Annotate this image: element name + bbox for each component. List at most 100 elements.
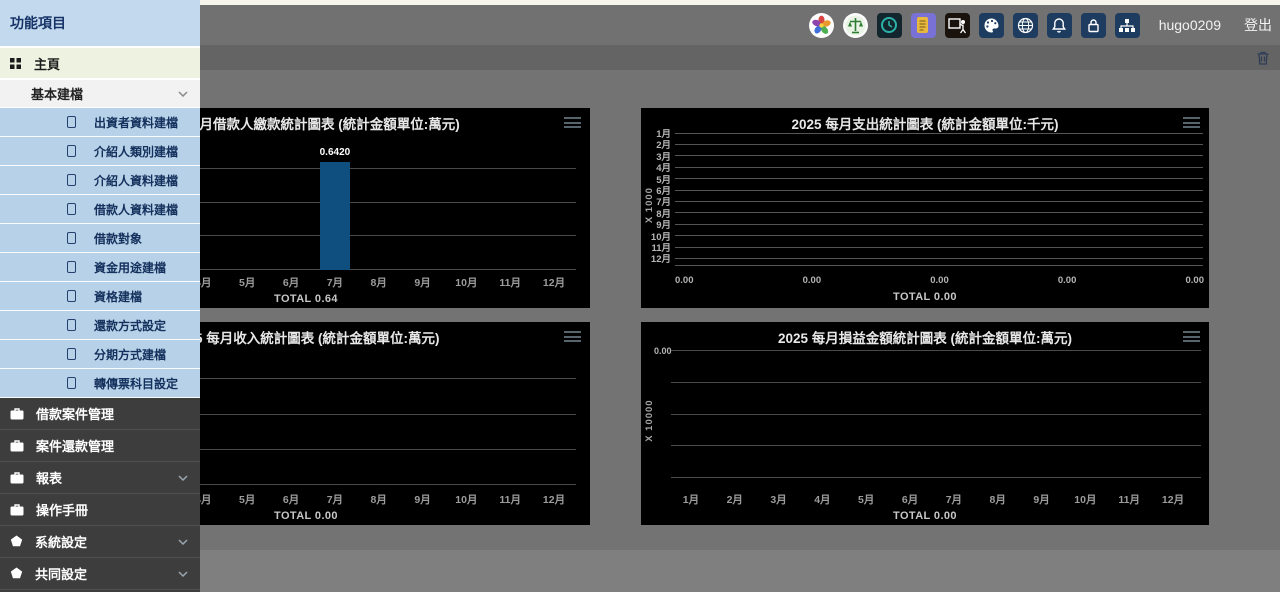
briefcase-icon [10, 440, 24, 452]
chart-menu-icon[interactable] [564, 331, 581, 345]
tablet-icon [67, 261, 76, 273]
sidebar-item-home[interactable]: 主頁 [0, 48, 200, 80]
chart-row: 3月 [647, 151, 1203, 161]
gridline [671, 414, 1201, 415]
scroll-icon[interactable] [911, 13, 936, 38]
sidebar-item-user-manual[interactable]: 操作手冊 [0, 494, 200, 526]
sidebar-item-loan-target[interactable]: 借款對象 [0, 224, 200, 253]
gridline [671, 350, 1201, 351]
chart-title: 2025 每月損益金額統計圖表 (統計金額單位:萬元) [641, 327, 1209, 347]
pinwheel-logo[interactable] [809, 13, 834, 38]
sidebar-item-case-repayment-management[interactable]: 案件還款管理 [0, 430, 200, 462]
chart-row: 9月 [647, 219, 1203, 229]
x-axis-label: 9月 [401, 492, 445, 507]
sidebar-item-label: 借款人資料建檔 [94, 201, 178, 218]
sidebar-item-referrer-data-setup[interactable]: 介紹人資料建檔 [0, 166, 200, 195]
bar[interactable] [320, 162, 350, 270]
x-axis-label: 10月 [444, 492, 488, 507]
x-axis-label: 8月 [976, 492, 1020, 507]
sitemap-icon[interactable] [1115, 13, 1140, 38]
chart-row: 11月 [647, 242, 1203, 252]
x-axis-label: 6月 [888, 492, 932, 507]
briefcase-icon [10, 408, 24, 420]
tablet-icon [67, 319, 76, 331]
tablet-icon [67, 290, 76, 302]
x-tick-label: 0.00 [930, 275, 949, 286]
x-tick-label: 0.00 [1186, 275, 1205, 286]
chart-panel-profit-loss: 2025 每月損益金額統計圖表 (統計金額單位:萬元) 0.00 X 10000… [641, 322, 1209, 525]
x-axis-label: 7月 [313, 492, 357, 507]
tablet-icon [67, 145, 76, 157]
x-axis-label: 5月 [225, 275, 269, 290]
sidebar-item-label: 介紹人類別建檔 [94, 143, 178, 160]
x-axis-label: 7月 [313, 275, 357, 290]
sidebar-title: 功能項目 [0, 0, 200, 48]
x-axis-label: 4月 [800, 492, 844, 507]
chevron-down-icon [178, 571, 188, 577]
trash-icon[interactable] [1256, 50, 1270, 65]
sidebar-item-qualification-setup[interactable]: 資格建檔 [0, 282, 200, 311]
x-axis-label: 2月 [713, 492, 757, 507]
sidebar-item-common-settings[interactable]: 共同設定 [0, 558, 200, 590]
x-axis-label: 12月 [532, 275, 576, 290]
sidebar-group-label: 基本建檔 [31, 84, 83, 103]
sidebar-item-label: 分期方式建檔 [94, 346, 166, 363]
gridline [671, 382, 1201, 383]
sidebar-item-loan-case-management[interactable]: 借款案件管理 [0, 398, 200, 430]
y-axis-tick-label: 0.00 [654, 346, 672, 356]
tablet-icon [67, 232, 76, 244]
chevron-down-icon [178, 91, 188, 97]
sidebar-item-reports[interactable]: 報表 [0, 462, 200, 494]
sphere-icon [10, 567, 23, 580]
sidebar-group-basic-setup[interactable]: 基本建檔 [0, 80, 200, 108]
sidebar-item-borrower-data-setup[interactable]: 借款人資料建檔 [0, 195, 200, 224]
sidebar-item-label: 操作手冊 [36, 500, 88, 519]
sidebar-item-referrer-category-setup[interactable]: 介紹人類別建檔 [0, 137, 200, 166]
bell-icon[interactable] [1047, 13, 1072, 38]
briefcase-icon [10, 504, 24, 516]
palette-icon[interactable] [979, 13, 1004, 38]
chart-panel-expense: 2025 每月支出統計圖表 (統計金額單位:千元) X 1000 1月2月3月4… [641, 108, 1209, 308]
sidebar-item-installment-method-setup[interactable]: 分期方式建檔 [0, 340, 200, 369]
x-axis-label: 11月 [488, 275, 532, 290]
chart-total: TOTAL 0.00 [641, 291, 1209, 303]
chart-row: 12月 [647, 253, 1203, 263]
bar-value-label: 0.6420 [305, 147, 365, 158]
chevron-down-icon [178, 539, 188, 545]
axis-line [675, 265, 1203, 266]
grid-icon [10, 58, 21, 69]
sidebar-item-voucher-subject-setup[interactable]: 轉傳票科目設定 [0, 369, 200, 398]
globe-icon[interactable] [1013, 13, 1038, 38]
page: hugo0209 登出 2025 每月借款人繳款統計圖表 (統計金額單位:萬元)… [0, 0, 1280, 592]
gridline [671, 445, 1201, 446]
sidebar-item-repayment-method-setup[interactable]: 還款方式設定 [0, 311, 200, 340]
chart-menu-icon[interactable] [564, 117, 581, 131]
chevron-down-icon [178, 475, 188, 481]
sidebar-item-label: 系統設定 [35, 532, 87, 551]
tablet-icon [67, 377, 76, 389]
chart-menu-icon[interactable] [1183, 331, 1200, 345]
sidebar-item-system-settings[interactable]: 系統設定 [0, 526, 200, 558]
sidebar-item-label: 報表 [36, 468, 62, 487]
x-axis-label: 1月 [669, 492, 713, 507]
x-axis-label: 6月 [269, 492, 313, 507]
x-axis-label: 8月 [357, 275, 401, 290]
scales-logo[interactable] [843, 13, 868, 38]
tablet-icon [67, 348, 76, 360]
x-axis-label: 12月 [532, 492, 576, 507]
logout-button[interactable]: 登出 [1244, 15, 1272, 35]
sidebar-item-label: 還款方式設定 [94, 317, 166, 334]
sidebar-item-fund-usage-setup[interactable]: 資金用途建檔 [0, 253, 200, 282]
sphere-icon [10, 535, 23, 548]
clock-icon[interactable] [877, 13, 902, 38]
presentation-icon[interactable] [945, 13, 970, 38]
sidebar-item-label: 資金用途建檔 [94, 259, 166, 276]
username: hugo0209 [1159, 17, 1221, 33]
chart-row: 2月 [647, 139, 1203, 149]
chart-row: 6月 [647, 185, 1203, 195]
sidebar-item-investor-setup[interactable]: 出資者資料建檔 [0, 108, 200, 137]
lock-icon[interactable] [1081, 13, 1106, 38]
x-axis-label: 9月 [401, 275, 445, 290]
x-axis-label: 10月 [1063, 492, 1107, 507]
x-tick-label: 0.00 [1058, 275, 1077, 286]
